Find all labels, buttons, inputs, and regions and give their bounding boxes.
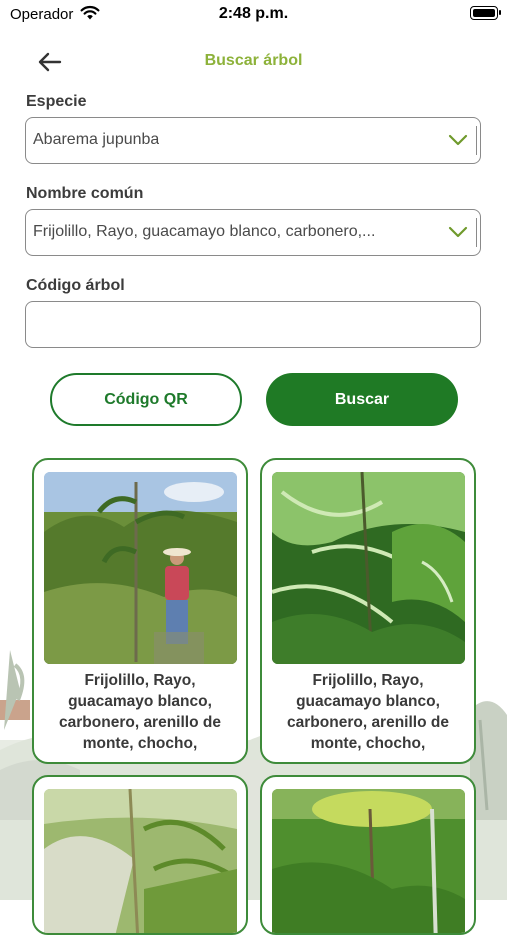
species-label: Especie: [26, 93, 87, 110]
tree-code-label: Código árbol: [26, 277, 125, 294]
tree-photo: [44, 472, 237, 664]
common-name-value: Frijolillo, Rayo, guacamayo blanco, carb…: [33, 223, 376, 240]
qr-code-button[interactable]: Código QR: [50, 373, 242, 426]
header: Buscar árbol: [0, 40, 507, 84]
status-bar: Operador 2:48 p.m.: [0, 0, 507, 30]
species-value: Abarema jupunba: [33, 131, 160, 148]
chevron-down-icon: [448, 134, 468, 146]
tree-common-name: Frijolillo, Rayo, guacamayo blanco, carb…: [59, 672, 221, 752]
result-card[interactable]: [260, 775, 476, 935]
tree-photo: [272, 789, 465, 933]
result-card[interactable]: Frijolillo, Rayo, guacamayo blanco, carb…: [260, 458, 476, 764]
search-button[interactable]: Buscar: [266, 373, 458, 426]
result-card[interactable]: Frijolillo, Rayo, guacamayo blanco, carb…: [32, 458, 248, 764]
result-card[interactable]: [32, 775, 248, 935]
tree-photo: [44, 789, 237, 933]
battery-icon: [470, 6, 501, 20]
common-name-label: Nombre común: [26, 185, 144, 202]
tree-common-name: Frijolillo, Rayo, guacamayo blanco, carb…: [287, 672, 449, 752]
status-time: 2:48 p.m.: [218, 5, 289, 22]
page-title: Buscar árbol: [204, 52, 303, 69]
species-select[interactable]: Abarema jupunba: [25, 117, 481, 164]
common-name-select[interactable]: Frijolillo, Rayo, guacamayo blanco, carb…: [25, 209, 481, 256]
field-scroll-edge: [475, 126, 477, 155]
chevron-down-icon: [448, 226, 468, 238]
tree-code-input[interactable]: [25, 301, 481, 348]
field-scroll-edge: [475, 218, 477, 247]
tree-photo: [272, 472, 465, 664]
